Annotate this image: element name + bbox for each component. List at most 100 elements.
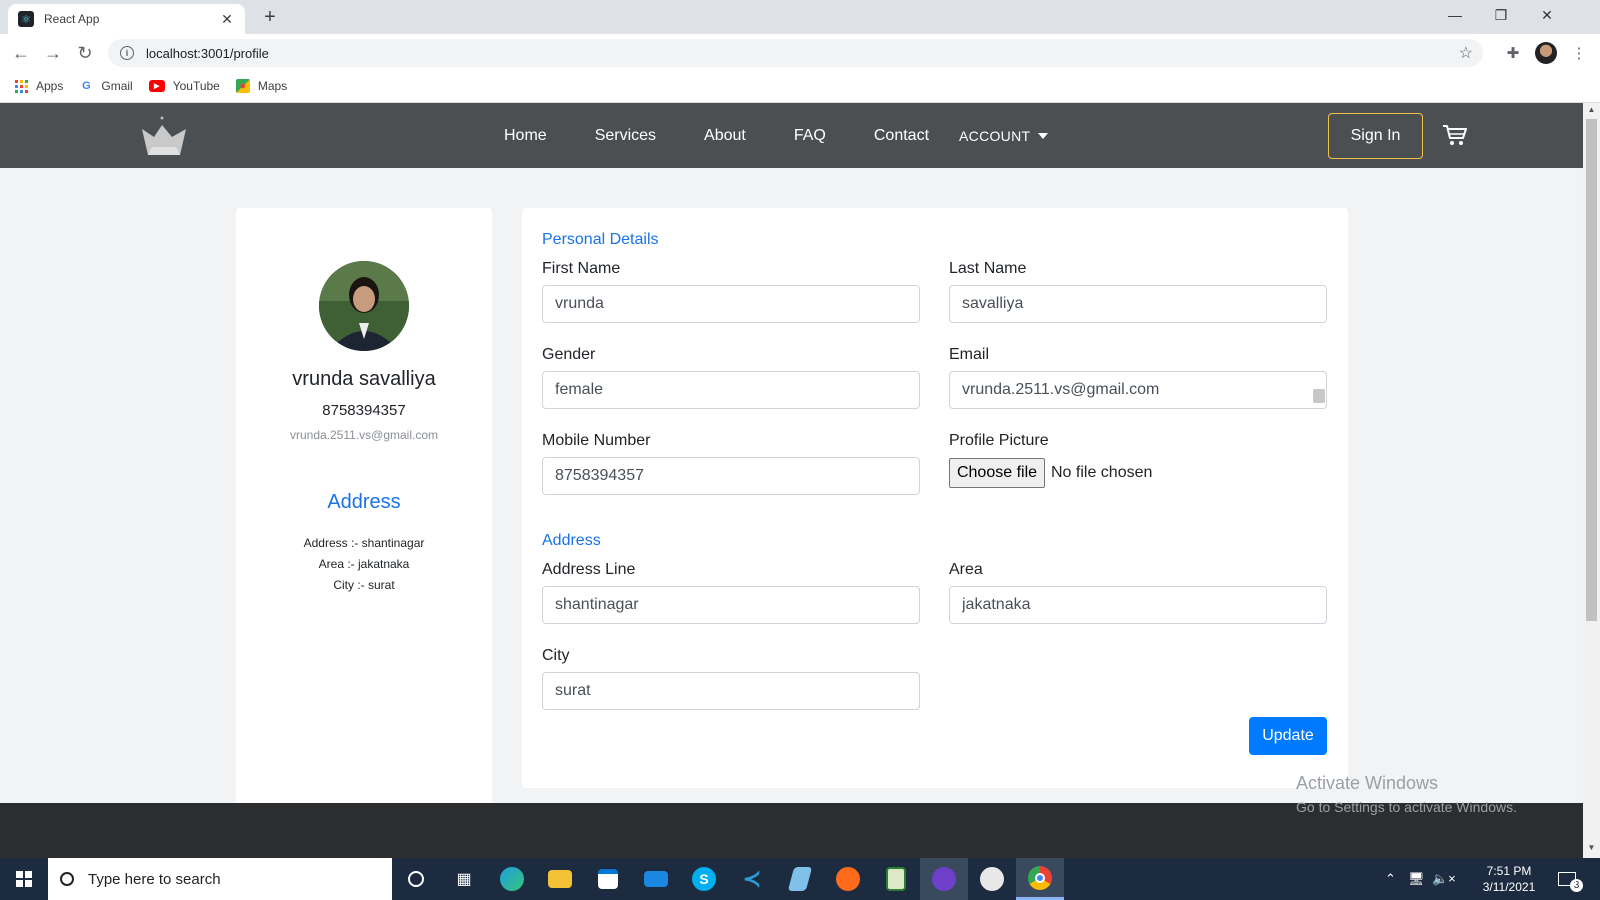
mobile-input[interactable]: [542, 457, 920, 495]
avatar: [319, 261, 409, 351]
browser-tab[interactable]: ⚛ React App ✕: [8, 4, 245, 34]
extensions-icon[interactable]: ✚: [1502, 42, 1524, 64]
scroll-thumb[interactable]: [1586, 119, 1597, 621]
city-text: City :- surat: [333, 578, 395, 592]
google-icon: G: [82, 80, 91, 92]
bookmarks-bar: Apps G Gmail ▶ YouTube ● Maps: [0, 70, 1600, 103]
start-button[interactable]: [0, 858, 48, 900]
volume-muted-icon[interactable]: 🔈×: [1432, 858, 1456, 900]
bookmark-label: Gmail: [101, 79, 133, 93]
crown-logo-icon[interactable]: [140, 115, 190, 157]
address-bar[interactable]: i localhost:3001/profile ☆: [108, 39, 1483, 67]
notifications-icon[interactable]: 3: [1558, 858, 1583, 900]
cortana-icon[interactable]: [392, 858, 440, 900]
address-section-heading: Address: [542, 532, 601, 549]
city-input[interactable]: [542, 672, 920, 710]
apps-grid-icon: [14, 79, 28, 93]
reload-icon[interactable]: ↻: [72, 40, 98, 66]
address-heading: Address: [327, 491, 401, 513]
profile-avatar-icon[interactable]: [1535, 42, 1557, 64]
no-file-chosen-text: No file chosen: [1051, 464, 1153, 481]
browser-toolbar: ← → ↻ i localhost:3001/profile ☆ ✚ ⋮: [0, 34, 1600, 70]
window-close-icon[interactable]: ✕: [1524, 0, 1570, 30]
task-view-icon[interactable]: ▦: [440, 858, 488, 900]
last-name-input[interactable]: [949, 285, 1327, 323]
network-icon[interactable]: 🖥: [1408, 858, 1425, 900]
system-clock[interactable]: 7:51 PM 3/11/2021: [1474, 863, 1544, 895]
choose-file-button[interactable]: Choose file: [949, 458, 1045, 488]
edge-icon[interactable]: [488, 858, 536, 900]
react-favicon-icon: ⚛: [18, 11, 34, 27]
search-placeholder: Type here to search: [88, 870, 221, 888]
first-name-label: First Name: [542, 260, 621, 277]
mail-icon[interactable]: [632, 858, 680, 900]
app-icon[interactable]: [968, 858, 1016, 900]
github-icon[interactable]: [920, 858, 968, 900]
cart-icon[interactable]: [1442, 123, 1468, 147]
bookmark-label: Apps: [36, 79, 64, 93]
new-tab-icon[interactable]: +: [258, 6, 282, 29]
nav-services-link[interactable]: Services: [595, 127, 656, 145]
bookmark-maps[interactable]: ● Maps: [235, 79, 288, 93]
profile-form-card: Personal Details First Name Last Name Ge…: [522, 208, 1348, 788]
profile-photo: [319, 261, 409, 351]
site-info-icon[interactable]: i: [120, 46, 134, 60]
nav-links: Home Services About FAQ Contact ACCOUNT: [480, 103, 1049, 168]
bookmark-gmail[interactable]: G Gmail: [79, 79, 133, 93]
windows-taskbar: Type here to search ▦ S ≺ ⌃ 🖥 🔈× 7:51 PM…: [0, 858, 1600, 900]
minimize-icon[interactable]: —: [1432, 0, 1478, 30]
chrome-icon[interactable]: [1016, 858, 1064, 900]
account-dropdown[interactable]: ACCOUNT: [959, 128, 1049, 144]
activate-windows-title: Activate Windows: [1296, 773, 1439, 793]
address-line-input[interactable]: [542, 586, 920, 624]
city-label: City: [542, 647, 570, 664]
nav-faq-link[interactable]: FAQ: [794, 127, 826, 145]
nav-about-link[interactable]: About: [704, 127, 746, 145]
restore-icon[interactable]: ❐: [1478, 0, 1524, 30]
tray-chevron-icon[interactable]: ⌃: [1385, 858, 1396, 900]
bookmark-label: YouTube: [172, 79, 220, 93]
nav-home-link[interactable]: Home: [504, 127, 547, 145]
taskbar-search[interactable]: Type here to search: [48, 858, 392, 900]
address-line-text: Address :- shantinagar: [303, 536, 425, 550]
bookmark-apps[interactable]: Apps: [14, 79, 63, 93]
area-input[interactable]: [949, 586, 1327, 624]
tab-close-icon[interactable]: ✕: [219, 11, 235, 28]
spreadsheet-icon[interactable]: [872, 858, 920, 900]
sign-in-button[interactable]: Sign In: [1328, 113, 1423, 159]
forward-icon[interactable]: →: [40, 40, 66, 66]
area-text: Area :- jakatnaka: [318, 557, 410, 571]
tab-title: React App: [44, 12, 100, 26]
first-name-input[interactable]: [542, 285, 920, 323]
vscode-icon[interactable]: ≺: [728, 858, 776, 900]
last-name-label: Last Name: [949, 260, 1027, 277]
profile-name: vrunda savalliya: [292, 368, 436, 390]
store-icon[interactable]: [584, 858, 632, 900]
back-icon[interactable]: ←: [8, 40, 34, 66]
page-scrollbar[interactable]: ▲ ▼: [1583, 103, 1600, 858]
gender-input[interactable]: [542, 371, 920, 409]
file-explorer-icon[interactable]: [536, 858, 584, 900]
profile-picture-label: Profile Picture: [949, 432, 1049, 449]
profile-summary-card: vrunda savalliya 8758394357 vrunda.2511.…: [236, 208, 492, 858]
update-button[interactable]: Update: [1249, 717, 1327, 755]
email-input[interactable]: [949, 371, 1327, 409]
windows-logo-icon: [16, 871, 32, 887]
sublime-icon[interactable]: [824, 858, 872, 900]
site-navbar: Home Services About FAQ Contact ACCOUNT …: [0, 103, 1583, 168]
scroll-up-icon[interactable]: ▲: [1586, 105, 1597, 114]
menu-kebab-icon[interactable]: ⋮: [1568, 42, 1590, 64]
bookmark-star-icon[interactable]: ☆: [1459, 43, 1473, 63]
nav-contact-link[interactable]: Contact: [874, 127, 929, 145]
autofill-icon[interactable]: [1313, 389, 1325, 403]
personal-details-heading: Personal Details: [542, 231, 659, 248]
page-viewport: Home Services About FAQ Contact ACCOUNT …: [0, 103, 1583, 858]
bookmark-youtube[interactable]: ▶ YouTube: [148, 79, 220, 93]
address-line-label: Address Line: [542, 561, 636, 578]
skype-icon[interactable]: S: [680, 858, 728, 900]
notepad-icon[interactable]: [776, 858, 824, 900]
bookmark-label: Maps: [257, 79, 288, 93]
activate-windows-subtitle: Go to Settings to activate Windows.: [1296, 799, 1517, 815]
mobile-label: Mobile Number: [542, 432, 651, 449]
scroll-down-icon[interactable]: ▼: [1586, 843, 1597, 852]
